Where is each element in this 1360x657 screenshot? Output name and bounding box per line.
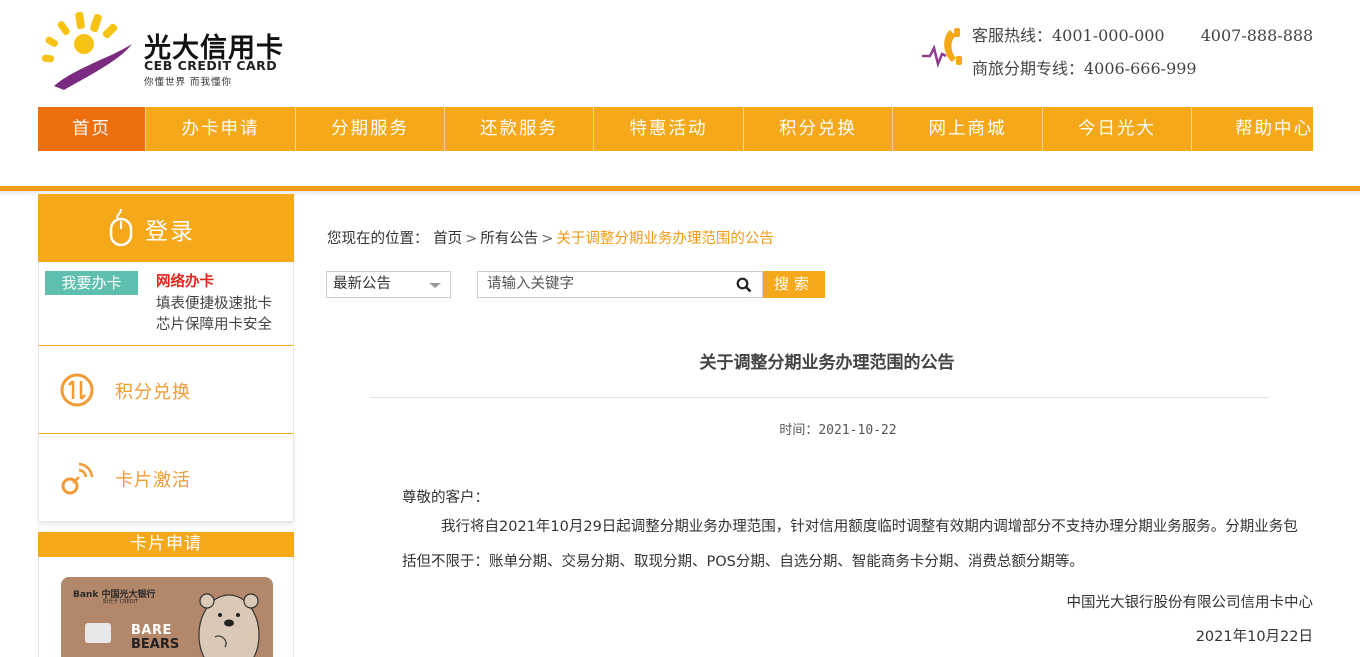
nav-home[interactable]: 首页	[38, 107, 146, 151]
breadcrumb-all-notices[interactable]: 所有公告	[480, 231, 538, 247]
login-button[interactable]: 登录	[38, 194, 294, 262]
search-input[interactable]: 请输入关键字	[477, 271, 763, 298]
card-bears-text-1: BARE	[131, 623, 172, 638]
card-chip	[85, 623, 111, 643]
breadcrumb-separator: >	[465, 231, 478, 247]
sun-logo-icon	[41, 11, 132, 90]
online-apply-box: 我要办卡 网络办卡 填表便捷极速批卡 芯片保障用卡安全	[38, 262, 294, 346]
nav-points[interactable]: 积分兑换	[744, 107, 893, 151]
nav-help[interactable]: 帮助中心	[1192, 107, 1313, 151]
apply-feature-2: 芯片保障用卡安全	[156, 317, 272, 333]
installment-hotline: 商旅分期专线：4006-666-999	[972, 59, 1197, 78]
breadcrumb-separator: >	[541, 231, 554, 247]
points-exchange-icon	[60, 373, 94, 407]
points-label: 积分兑换	[115, 382, 191, 403]
mouse-icon	[109, 208, 133, 246]
card-activate-icon	[61, 462, 94, 495]
nav-installment[interactable]: 分期服务	[296, 107, 445, 151]
article-body: 我行将自2021年10月29日起调整分期业务办理范围，针对信用额度临时调整有效期…	[402, 519, 1298, 570]
login-label: 登录	[145, 219, 195, 245]
sidebar: 登录 我要办卡 网络办卡 填表便捷极速批卡 芯片保障用卡安全 积分兑换 卡片激活…	[38, 194, 294, 657]
ceb-logo[interactable]: 光大信用卡 CEB CREDIT CARD 你懂世界 而我懂你	[40, 8, 300, 93]
nav-card-apply[interactable]: 办卡申请	[146, 107, 296, 151]
article-date: 2021年10月22日	[1195, 629, 1313, 645]
article-title: 关于调整分期业务办理范围的公告	[699, 353, 955, 373]
hotline-secondary: 4007-888-888	[1200, 26, 1314, 45]
article-signature: 中国光大银行股份有限公司信用卡中心	[1066, 595, 1314, 611]
card-apply-panel: Bank 中国光大银行 阳光卡 CREDIT BARE BEARS	[38, 557, 294, 657]
activate-label: 卡片激活	[115, 470, 191, 491]
breadcrumb-home[interactable]: 首页	[433, 231, 462, 247]
logo-english: CEB CREDIT CARD	[144, 58, 278, 73]
notice-type-value: 最新公告	[333, 276, 391, 292]
article-divider	[370, 397, 1269, 398]
article-greeting: 尊敬的客户：	[402, 490, 489, 506]
search-icon[interactable]	[736, 277, 752, 293]
bear-illustration-icon	[198, 593, 260, 657]
search-button[interactable]: 搜索	[763, 271, 825, 298]
breadcrumb: 您现在的位置： 首页 > 所有公告 > 关于调整分期业务办理范围的公告	[327, 227, 774, 248]
card-bears-text-2: BEARS	[131, 637, 180, 652]
nav-promotions[interactable]: 特惠活动	[594, 107, 744, 151]
credit-card-image[interactable]: Bank 中国光大银行 阳光卡 CREDIT BARE BEARS	[61, 577, 273, 657]
chevron-down-icon	[429, 283, 441, 288]
logo-slogan: 你懂世界 而我懂你	[144, 77, 233, 88]
card-sub-text: 阳光卡 CREDIT	[103, 599, 139, 605]
article-time: 时间：2021-10-22	[326, 419, 1350, 438]
sidebar-item-points[interactable]: 积分兑换	[38, 346, 294, 434]
phone-wave-icon	[922, 28, 962, 69]
apply-card-button[interactable]: 我要办卡	[45, 271, 138, 295]
breadcrumb-current: 关于调整分期业务办理范围的公告	[556, 231, 774, 247]
nav-mall[interactable]: 网上商城	[893, 107, 1043, 151]
hotline-primary: 客服热线：4001-000-000	[972, 26, 1165, 45]
apply-feature-1: 填表便捷极速批卡	[156, 296, 272, 312]
nav-repayment[interactable]: 还款服务	[445, 107, 594, 151]
main-nav: 首页 办卡申请 分期服务 还款服务 特惠活动 积分兑换 网上商城 今日光大 帮助…	[38, 107, 1313, 151]
site-header: 光大信用卡 CEB CREDIT CARD 你懂世界 而我懂你 客服热线：400…	[0, 0, 1360, 107]
nav-today[interactable]: 今日光大	[1043, 107, 1192, 151]
article-time-value: 2021-10-22	[818, 423, 897, 438]
notice-type-select[interactable]: 最新公告	[326, 271, 451, 298]
sidebar-item-activate[interactable]: 卡片激活	[38, 434, 294, 522]
breadcrumb-prefix: 您现在的位置：	[327, 231, 429, 247]
article-time-label: 时间：	[779, 423, 819, 438]
hotline-text: 客服热线：4001-000-000 4007-888-888	[972, 22, 1313, 46]
online-apply-link[interactable]: 网络办卡	[156, 270, 214, 291]
card-apply-heading: 卡片申请	[38, 532, 294, 557]
